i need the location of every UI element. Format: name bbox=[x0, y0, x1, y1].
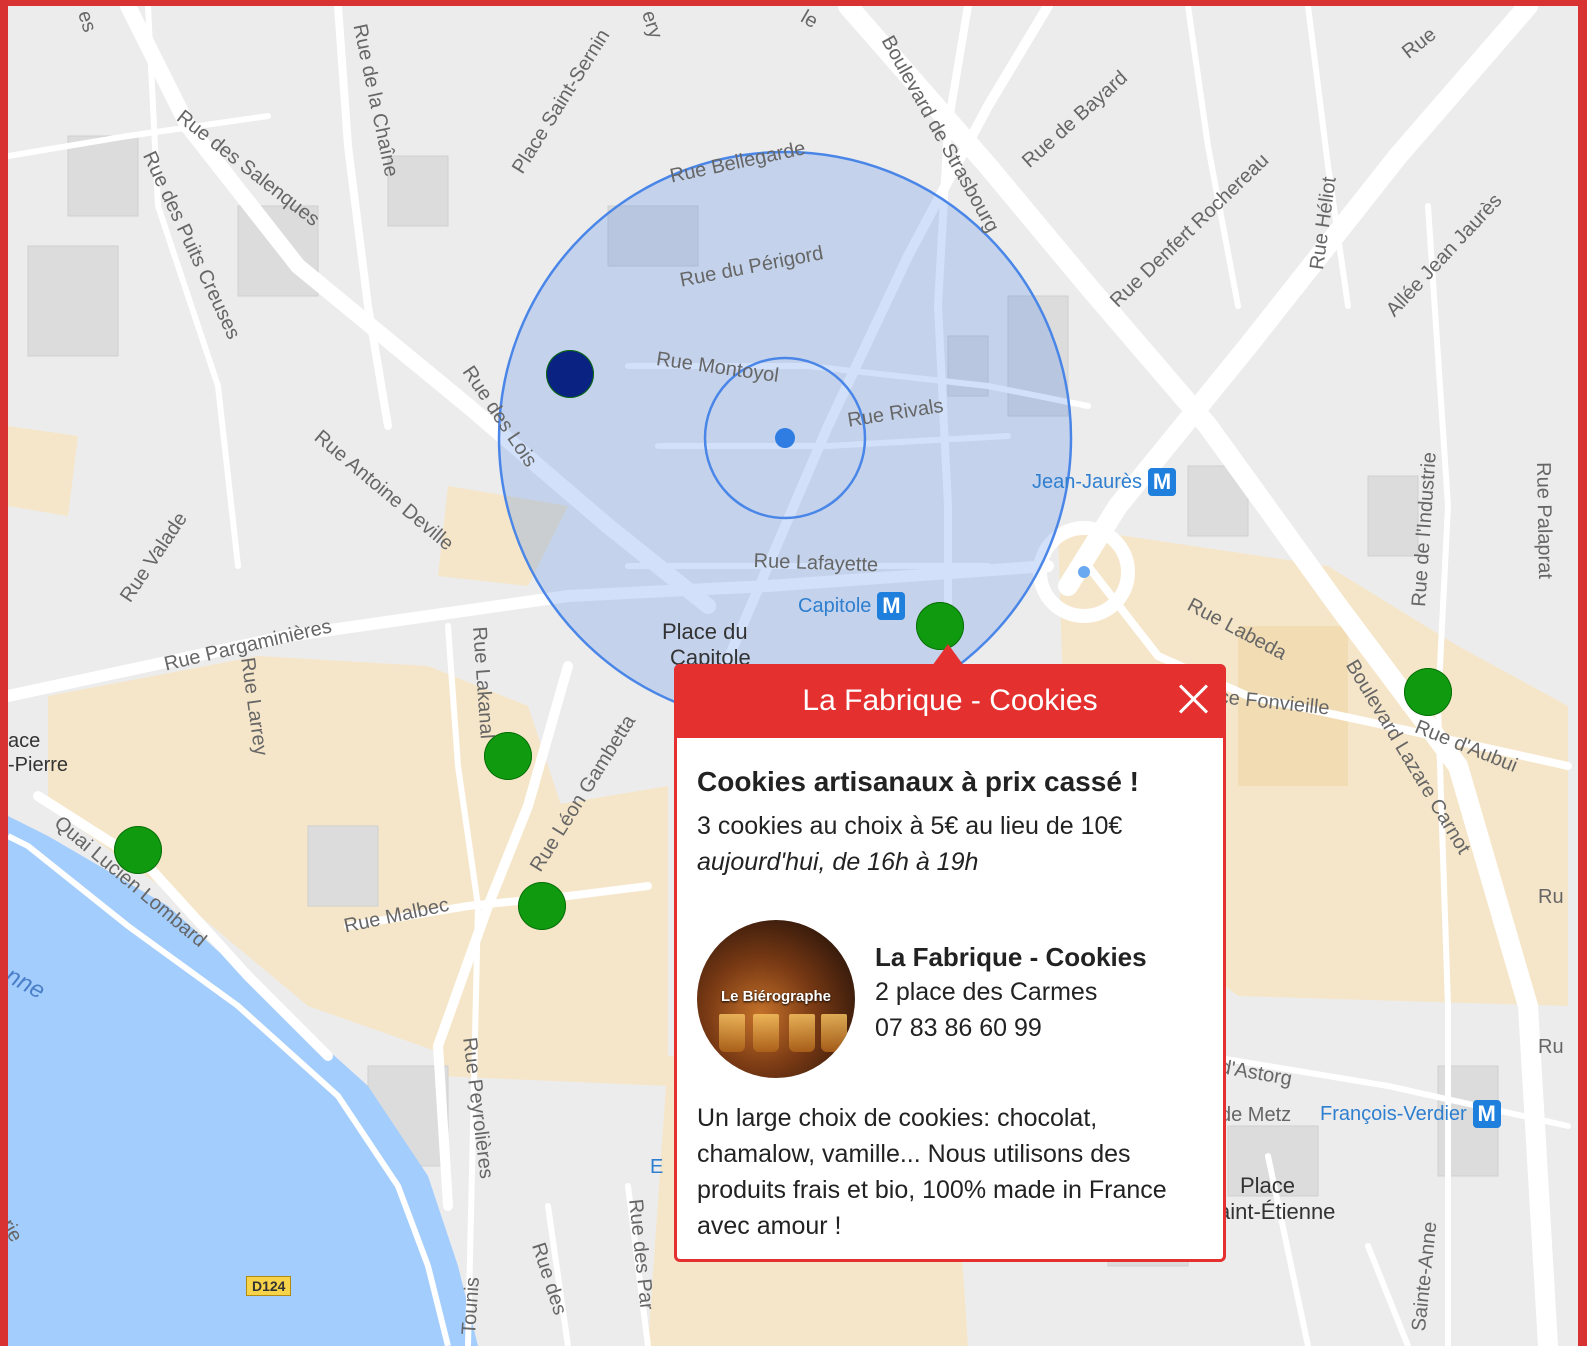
offer-title: Cookies artisanaux à prix cassé ! bbox=[697, 766, 1139, 797]
close-icon[interactable] bbox=[1172, 678, 1214, 720]
popup-pointer bbox=[932, 644, 964, 666]
avatar-text: Le Biérographe bbox=[720, 988, 832, 1005]
metro-station-capitole[interactable]: Capitole M bbox=[798, 592, 906, 620]
offer-time: aujourd'hui, de 16h à 19h bbox=[697, 848, 979, 876]
place-label: Place du bbox=[662, 619, 748, 644]
place-label: Place bbox=[1240, 1173, 1296, 1198]
street-label: de Metz bbox=[1220, 1104, 1292, 1126]
metro-icon: M bbox=[877, 592, 906, 620]
shop-marker[interactable] bbox=[484, 732, 532, 780]
shop-avatar: Le Biérographe bbox=[697, 920, 855, 1078]
app-frame: Rue des Salenques Rue de la Chaîne Place… bbox=[0, 0, 1587, 1346]
metro-icon: M bbox=[1148, 468, 1177, 496]
metro-station-jean-jaures[interactable]: Jean-Jaurès M bbox=[1032, 468, 1177, 496]
shop-phone[interactable]: 07 83 86 60 99 bbox=[875, 1014, 1042, 1043]
shop-address: 2 place des Carmes bbox=[875, 978, 1098, 1006]
place-label: aint-Étienne bbox=[1218, 1199, 1336, 1224]
street-label: Tounis bbox=[458, 1276, 484, 1336]
metro-station-name: François-Verdier bbox=[1320, 1102, 1467, 1125]
metro-station-name: Jean-Jaurès bbox=[1032, 470, 1143, 493]
shop-marker[interactable] bbox=[1404, 668, 1452, 716]
street-label: -Pierre bbox=[8, 754, 69, 776]
shop-marker[interactable] bbox=[916, 602, 964, 650]
street-label: E bbox=[650, 1156, 664, 1178]
metro-icon: M bbox=[1472, 1100, 1501, 1128]
offer-description: 3 cookies au choix à 5€ au lieu de 10€ bbox=[697, 812, 1123, 840]
street-label: Ru bbox=[1538, 1036, 1564, 1058]
shop-marker[interactable] bbox=[518, 882, 566, 930]
metro-station-francois-verdier[interactable]: François-Verdier M bbox=[1320, 1100, 1501, 1128]
shop-description: Un large choix de cookies: chocolat, cha… bbox=[697, 1104, 1167, 1240]
popup-title: La Fabrique - Cookies bbox=[802, 684, 1098, 717]
metro-station-name: Capitole bbox=[798, 594, 872, 617]
shop-marker[interactable] bbox=[114, 826, 162, 874]
street-label: Ru bbox=[1538, 886, 1564, 908]
shop-name: La Fabrique - Cookies bbox=[875, 942, 1147, 972]
shop-marker-selected[interactable] bbox=[546, 350, 594, 398]
shop-popup: La Fabrique - Cookies Cookies artisanaux… bbox=[674, 664, 1226, 1262]
street-label: Rue Palaprat bbox=[1532, 462, 1557, 580]
map-view[interactable]: Rue des Salenques Rue de la Chaîne Place… bbox=[8, 6, 1578, 1346]
popup-header: La Fabrique - Cookies bbox=[674, 664, 1226, 738]
street-label: ace bbox=[8, 730, 41, 752]
street-label: Rue Lafayette bbox=[753, 550, 879, 577]
road-number-badge: D124 bbox=[246, 1276, 292, 1296]
